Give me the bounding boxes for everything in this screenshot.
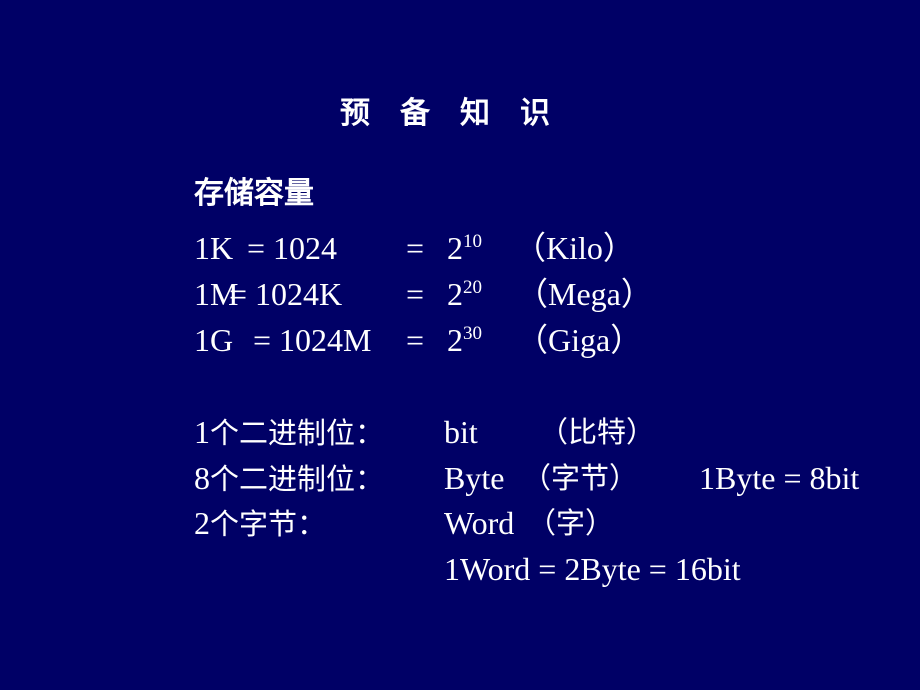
word-equation: 1Word = 2Byte = 16bit [444,551,741,587]
slide-title: 预备知识 [340,88,550,132]
unit-value: = 1024K [229,276,343,312]
unit-name: （Giga） [516,322,643,358]
unit-power: 220 [447,274,482,314]
unit-equals: = [406,322,425,358]
title-char: 备 [400,96,430,131]
definition-text: 个字节： [210,507,327,541]
definition-label: 2个字节： [194,503,326,544]
section-heading: 存储容量 [194,176,314,211]
power-base: 2 [447,230,463,266]
power-exponent: 20 [463,277,482,298]
definition-term: Word [444,505,515,541]
power-base: 2 [447,276,463,312]
definition-count: 2 [194,505,210,541]
slide: 预备知识 存储容量 1K = 1024 = 210 （Kilo） 1M = 10… [0,0,920,690]
title-char: 预 [340,96,370,131]
unit-power: 230 [447,320,482,360]
unit-name: （Mega） [516,276,653,312]
unit-value: = 1024M [253,322,372,358]
definition-meaning: （字节） [522,461,639,495]
power-exponent: 30 [463,323,482,344]
unit-equals: = [406,276,425,312]
definition-text: 个二进制位： [210,416,385,450]
definition-count: 1 [194,414,210,450]
unit-lhs: 1G [194,322,234,358]
definition-meaning: （比特） [539,415,656,449]
definition-term: bit [444,414,478,450]
title-char: 知 [460,96,490,131]
definition-meaning: （字） [527,506,615,540]
definition-text: 个二进制位： [210,462,385,496]
unit-lhs: 1K [194,230,234,266]
definition-note: 1Byte = 8bit [699,460,860,496]
unit-power: 210 [447,228,482,268]
title-char: 识 [520,96,550,131]
power-exponent: 10 [463,231,482,252]
definition-label: 8个二进制位： [194,458,384,499]
unit-name: （Kilo） [514,230,635,266]
definition-count: 8 [194,460,210,496]
unit-equals: = [406,230,425,266]
definition-term: Byte [444,460,505,496]
definition-label: 1个二进制位： [194,412,384,453]
unit-value: = 1024 [247,230,338,266]
power-base: 2 [447,322,463,358]
